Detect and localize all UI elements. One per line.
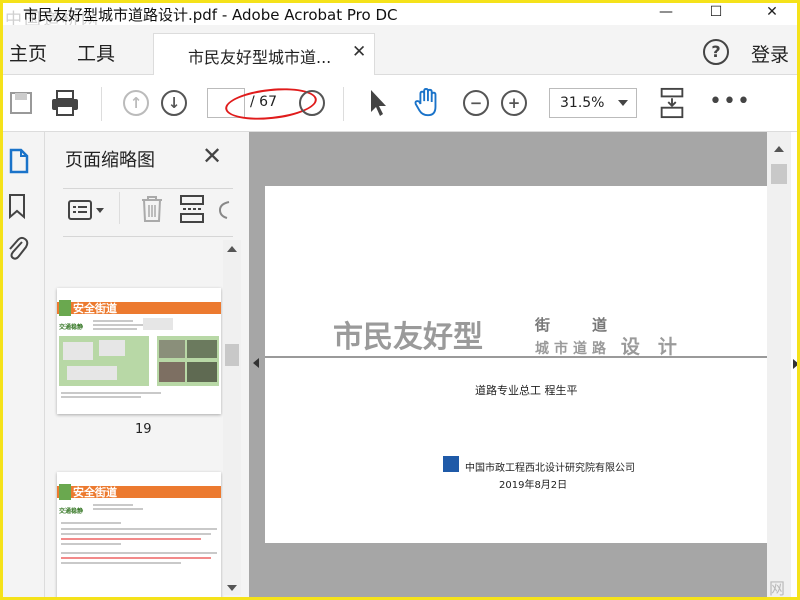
fit-page-icon[interactable]: [657, 87, 687, 119]
panel-title: 页面缩略图: [65, 150, 155, 171]
scroll-down-icon[interactable]: [227, 585, 237, 591]
next-page-icon[interactable]: ↓: [161, 90, 187, 116]
thumbnail-logo: [59, 300, 71, 316]
attachment-icon[interactable]: [5, 234, 29, 262]
left-rail: [3, 132, 45, 597]
title-bar: 中国道桥网 市民友好型城市道路设计.pdf - Adobe Acrobat Pr…: [3, 3, 797, 30]
text-line: [93, 504, 133, 506]
zoom-value: 31.5%: [560, 95, 605, 111]
page-thumbnails-icon[interactable]: [7, 146, 31, 174]
text-block: [143, 318, 173, 330]
tab-tools[interactable]: 工具: [77, 39, 115, 66]
scrollbar-thumb[interactable]: [225, 344, 239, 366]
text-line: [61, 538, 201, 540]
close-panel-icon[interactable]: ✕: [202, 142, 222, 170]
collapse-panel-icon[interactable]: [253, 358, 259, 368]
tab-document[interactable]: 市民友好型城市道... ✕: [153, 33, 375, 75]
insert-pages-icon[interactable]: [179, 194, 205, 224]
text-line: [93, 328, 137, 330]
toolbar-divider: [343, 87, 344, 121]
panel-divider: [63, 188, 233, 189]
thumbnail-header: 安全街道: [73, 486, 117, 499]
options-menu-icon[interactable]: [67, 198, 107, 224]
zoom-partial-icon: [299, 90, 325, 116]
rotate-icon[interactable]: [217, 196, 231, 222]
select-cursor-icon[interactable]: [365, 87, 391, 119]
close-tab-icon[interactable]: ✕: [352, 42, 366, 62]
text-line: [93, 508, 143, 510]
save-icon[interactable]: [9, 87, 35, 119]
thumbnail-page-label: 19: [135, 422, 152, 437]
text-line: [61, 522, 121, 524]
more-tools-icon[interactable]: •••: [709, 89, 751, 114]
bookmark-icon[interactable]: [7, 192, 27, 220]
document-title-small: 城市道路: [535, 341, 611, 357]
delete-icon[interactable]: [139, 194, 165, 224]
previous-page-icon[interactable]: ↑: [123, 90, 149, 116]
scrollbar-thumb[interactable]: [771, 164, 787, 184]
scroll-up-icon[interactable]: [227, 246, 237, 252]
document-title: 市民友好型: [333, 320, 483, 355]
text-line: [61, 533, 211, 535]
tab-home[interactable]: 主页: [9, 39, 47, 66]
title-rule: [265, 356, 769, 358]
tab-bar: 主页 工具 市民友好型城市道... ✕ ? 登录: [3, 25, 797, 75]
scroll-up-icon[interactable]: [774, 146, 784, 152]
thumbnail-list: 安全街道 交通稳静 19 安全街道 交通稳静: [45, 238, 243, 597]
panel-divider: [63, 236, 233, 237]
thumbnail-page[interactable]: 安全街道 交通稳静: [57, 472, 221, 597]
thumbnail-header: 安全街道: [73, 302, 117, 315]
pdf-page: 市民友好型 街道 城市道路 设计 道路专业总工 程生平 中国市政工程西北设计研究…: [265, 186, 769, 543]
chevron-down-icon: [618, 100, 628, 106]
text-line: [61, 543, 121, 545]
login-button[interactable]: 登录: [751, 40, 789, 67]
close-window-button[interactable]: ✕: [749, 3, 795, 25]
zoom-dropdown[interactable]: 31.5%: [549, 88, 637, 118]
text-line: [93, 320, 133, 322]
toolbar-divider: [101, 87, 102, 121]
zoom-out-icon[interactable]: −: [463, 90, 489, 116]
thumbnail-scrollbar[interactable]: [223, 240, 241, 595]
minimize-button[interactable]: —: [643, 3, 689, 25]
app-frame: 中国道桥网 市民友好型城市道路设计.pdf - Adobe Acrobat Pr…: [0, 0, 800, 600]
document-scrollbar[interactable]: [767, 132, 791, 597]
help-icon[interactable]: ?: [703, 39, 729, 65]
document-title-sub: 城市道路 设计: [535, 332, 695, 359]
thumbnail-map: [59, 336, 219, 386]
text-line: [61, 562, 181, 564]
panel-tools-divider: [119, 192, 120, 224]
zoom-in-icon[interactable]: +: [501, 90, 527, 116]
thumbnail-tag: 交通稳静: [59, 324, 84, 331]
window-title: 市民友好型城市道路设计.pdf - Adobe Acrobat Pro DC: [23, 6, 398, 24]
document-date: 2019年8月2日: [499, 480, 568, 491]
text-line: [61, 528, 217, 530]
hand-tool-icon[interactable]: [411, 87, 443, 119]
tab-document-label: 市民友好型城市道...: [188, 48, 332, 67]
print-icon[interactable]: [49, 87, 81, 119]
text-line: [93, 324, 143, 326]
text-line: [61, 557, 211, 559]
thumbnail-tag: 交通稳静: [59, 508, 84, 515]
document-organization: 中国市政工程西北设计研究院有限公司: [465, 463, 635, 474]
thumbnail-page[interactable]: 安全街道 交通稳静: [57, 288, 221, 414]
toolbar: ↑ ↓ / 67 − + 31.5% •••: [3, 75, 797, 132]
text-line: [61, 552, 217, 554]
document-title-design: 设计: [620, 336, 695, 358]
thumbnail-logo: [59, 484, 71, 500]
document-author: 道路专业总工 程生平: [475, 384, 578, 397]
text-line: [61, 392, 161, 394]
document-viewer[interactable]: 市民友好型 街道 城市道路 设计 道路专业总工 程生平 中国市政工程西北设计研究…: [249, 132, 769, 597]
corner-watermark: 网: [769, 579, 786, 598]
thumbnails-panel: 页面缩略图 ✕ 安全街道 交通稳静 19 安全街道 交通稳静: [45, 132, 249, 597]
expand-right-pane-icon[interactable]: [793, 359, 797, 369]
text-line: [61, 396, 141, 398]
organization-logo: [443, 456, 459, 472]
maximize-button[interactable]: ☐: [693, 3, 739, 25]
